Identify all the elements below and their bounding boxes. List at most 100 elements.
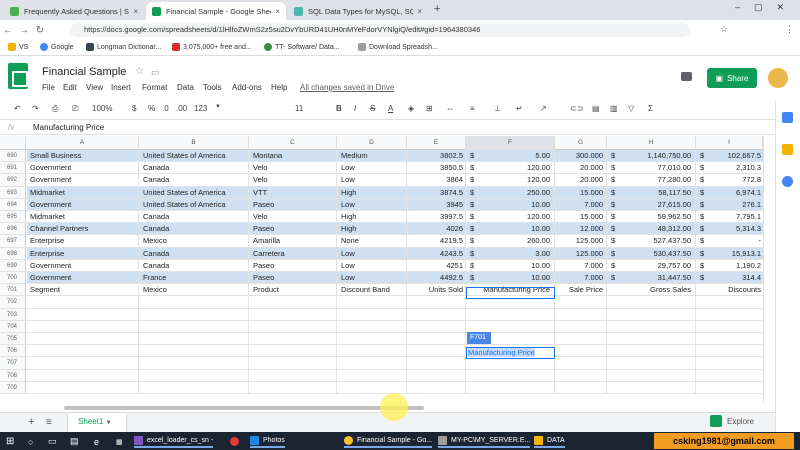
- table-cell[interactable]: [708, 357, 763, 368]
- table-cell[interactable]: Small Business: [28, 150, 138, 161]
- table-cell[interactable]: 59,962.50: [619, 211, 693, 222]
- text-rotation-icon[interactable]: ↗: [540, 104, 547, 113]
- table-cell[interactable]: [557, 333, 605, 344]
- redo-icon[interactable]: ↷: [32, 104, 39, 113]
- table-cell[interactable]: [708, 345, 763, 356]
- table-cell[interactable]: [557, 296, 605, 307]
- table-cell[interactable]: [557, 309, 605, 320]
- table-cell[interactable]: [478, 309, 552, 320]
- table-cell[interactable]: 5,314.3: [708, 223, 763, 234]
- table-cell[interactable]: [619, 333, 693, 344]
- table-cell[interactable]: High: [339, 211, 407, 222]
- table-cell[interactable]: Canada: [141, 260, 249, 271]
- search-icon[interactable]: ○: [28, 435, 33, 448]
- table-cell[interactable]: 1,140,750.00: [619, 150, 693, 161]
- table-cell[interactable]: Midmarket: [28, 187, 138, 198]
- table-cell[interactable]: Paseo: [251, 223, 337, 234]
- table-row[interactable]: 709: [0, 381, 763, 394]
- table-cell[interactable]: Canada: [141, 162, 249, 173]
- table-cell[interactable]: 3997.5: [409, 211, 465, 222]
- column-header-d[interactable]: D: [337, 136, 407, 150]
- table-cell[interactable]: [28, 357, 138, 368]
- table-cell[interactable]: [141, 345, 249, 356]
- table-cell[interactable]: [619, 357, 693, 368]
- table-cell[interactable]: Paseo: [251, 260, 337, 271]
- table-row[interactable]: 703: [0, 308, 763, 321]
- table-cell[interactable]: [141, 357, 249, 368]
- table-row[interactable]: 704: [0, 320, 763, 333]
- table-cell[interactable]: [478, 357, 552, 368]
- table-cell[interactable]: Government: [28, 162, 138, 173]
- table-cell[interactable]: [28, 333, 138, 344]
- horizontal-align-icon[interactable]: ≡: [470, 104, 475, 113]
- taskbar-item-excel-loader[interactable]: excel_loader_cs_sn -: [134, 435, 214, 448]
- table-cell[interactable]: Low: [339, 199, 407, 210]
- back-arrow-icon[interactable]: ←: [0, 25, 16, 36]
- table-cell[interactable]: France: [141, 272, 249, 283]
- table-row[interactable]: 692 Government Canada Velo Low 3864 $120.00 20.…: [0, 174, 763, 187]
- table-cell[interactable]: Paseo: [251, 272, 337, 283]
- row-number[interactable]: 702: [0, 296, 26, 308]
- menu-help[interactable]: Help: [271, 83, 287, 92]
- row-number[interactable]: 707: [0, 357, 26, 369]
- table-cell[interactable]: -: [708, 235, 763, 246]
- taskbar-item-sql-server[interactable]: MY-PC\MY_SERVER.E...: [438, 435, 531, 448]
- table-cell[interactable]: Canada: [141, 223, 249, 234]
- column-header-a[interactable]: A: [26, 136, 139, 150]
- table-cell[interactable]: 120.00: [478, 211, 552, 222]
- table-cell[interactable]: 3874.5: [409, 187, 465, 198]
- insert-chart-icon[interactable]: ▥: [610, 104, 618, 113]
- italic-button[interactable]: I: [354, 104, 356, 113]
- table-cell[interactable]: 125.000: [557, 248, 605, 259]
- table-cell[interactable]: Low: [339, 162, 407, 173]
- row-number[interactable]: 704: [0, 320, 26, 332]
- table-cell[interactable]: 4026: [409, 223, 465, 234]
- windows-start-icon[interactable]: ⊞: [6, 435, 14, 448]
- row-number[interactable]: 701: [0, 284, 26, 296]
- table-cell[interactable]: Government: [28, 174, 138, 185]
- table-cell[interactable]: 6,974.1: [708, 187, 763, 198]
- table-cell[interactable]: [339, 382, 407, 393]
- spreadsheet-grid[interactable]: ABCDEFGHI 690 Small Business United States…: [0, 136, 763, 404]
- corner-cell[interactable]: [0, 136, 26, 150]
- table-row[interactable]: 690 Small Business United States of Americ…: [0, 150, 763, 163]
- opera-icon[interactable]: [230, 435, 243, 448]
- table-cell[interactable]: 77,280.00: [619, 174, 693, 185]
- table-cell[interactable]: VTT: [251, 187, 337, 198]
- table-cell[interactable]: 31,447.50: [619, 272, 693, 283]
- table-cell[interactable]: 4243.5: [409, 248, 465, 259]
- table-cell[interactable]: High: [339, 187, 407, 198]
- table-cell[interactable]: [409, 357, 465, 368]
- table-cell[interactable]: 7.000: [557, 260, 605, 271]
- table-cell[interactable]: 3.00: [478, 248, 552, 259]
- table-cell[interactable]: 29,757.00: [619, 260, 693, 271]
- table-cell[interactable]: Low: [339, 272, 407, 283]
- new-tab-button[interactable]: +: [434, 3, 440, 15]
- row-number[interactable]: 690: [0, 150, 26, 162]
- table-cell[interactable]: [619, 345, 693, 356]
- table-cell[interactable]: Medium: [339, 150, 407, 161]
- table-cell[interactable]: 15,913.1: [708, 248, 763, 259]
- table-cell[interactable]: 15.000: [557, 211, 605, 222]
- table-cell[interactable]: [619, 296, 693, 307]
- more-menu-icon[interactable]: ⋮: [785, 24, 794, 35]
- table-row[interactable]: 698 Enterprise Canada Carretera Low 4243.5 $3.…: [0, 247, 763, 260]
- table-cell[interactable]: Canada: [141, 248, 249, 259]
- table-cell[interactable]: 527,437.50: [619, 235, 693, 246]
- table-cell[interactable]: Velo: [251, 162, 337, 173]
- chevron-down-icon[interactable]: ▼: [106, 420, 112, 426]
- table-cell[interactable]: [251, 333, 337, 344]
- table-cell[interactable]: Gross Sales: [619, 284, 693, 295]
- browser-tab-financial-sample[interactable]: Financial Sample - Google Sheets ×: [146, 2, 286, 20]
- bookmark-free[interactable]: 3,075,000+ free and...: [172, 43, 252, 51]
- table-cell[interactable]: 3864: [409, 174, 465, 185]
- table-cell[interactable]: 20.000: [557, 162, 605, 173]
- browser-tab-faq[interactable]: Frequently Asked Questions | Sp ×: [4, 2, 144, 20]
- browser-tab-sql-types[interactable]: SQL Data Types for MySQL, SQL S ×: [288, 2, 428, 20]
- table-cell[interactable]: 15.000: [557, 187, 605, 198]
- table-cell[interactable]: 125.000: [557, 235, 605, 246]
- table-cell[interactable]: 102,667.5: [708, 150, 763, 161]
- table-cell[interactable]: [251, 309, 337, 320]
- table-cell[interactable]: [409, 333, 465, 344]
- table-cell[interactable]: [339, 309, 407, 320]
